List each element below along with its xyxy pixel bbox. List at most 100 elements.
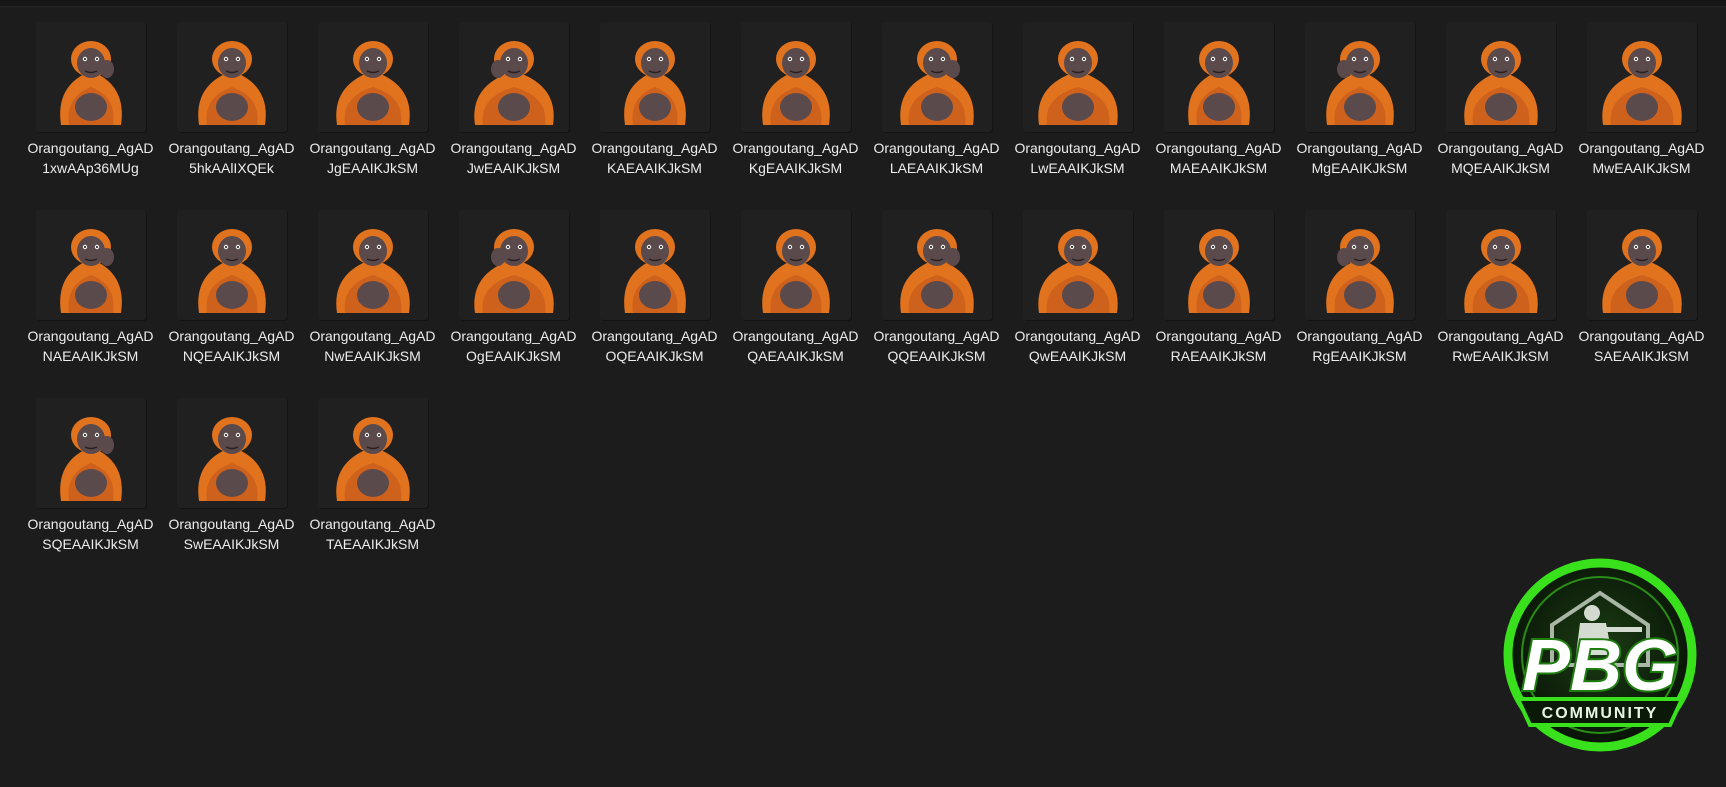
file-name: Orangoutang_AgAD5hkAAlIXQEk (168, 140, 295, 176)
file-item[interactable]: Orangoutang_AgADNAEAAIKJkSM (20, 210, 161, 398)
file-item[interactable]: Orangoutang_AgADNQEAAIKJkSM (161, 210, 302, 398)
file-thumbnail[interactable] (1022, 210, 1133, 320)
file-name: Orangoutang_AgADKgEAAIKJkSM (732, 140, 859, 176)
file-item[interactable]: Orangoutang_AgAD5hkAAlIXQEk (161, 22, 302, 210)
file-thumbnail[interactable] (740, 210, 851, 320)
orangutan-at-desk-icon (197, 41, 266, 125)
file-thumbnail[interactable] (317, 22, 428, 132)
file-thumbnail[interactable] (1163, 210, 1274, 320)
orangutan-waving-icon (335, 41, 410, 125)
file-thumbnail[interactable] (1586, 210, 1697, 320)
file-item[interactable]: Orangoutang_AgADJgEAAIKJkSM (302, 22, 443, 210)
file-item[interactable]: Orangoutang_AgADNwEAAIKJkSM (302, 210, 443, 398)
file-name: Orangoutang_AgADJgEAAIKJkSM (309, 140, 436, 176)
file-thumbnail[interactable] (458, 22, 569, 132)
orangutan-stretching-icon (335, 229, 410, 313)
orangutan-sitting-icon (899, 41, 974, 125)
file-thumbnail[interactable] (1445, 210, 1556, 320)
orangutan-hand-on-head-icon (1601, 41, 1682, 125)
file-thumbnail[interactable] (1022, 22, 1133, 132)
file-thumbnail[interactable] (176, 398, 287, 508)
orangutan-resting-chin-icon (197, 229, 266, 313)
file-name: Orangoutang_AgADSAEAAIKJkSM (1578, 328, 1705, 364)
file-thumbnail[interactable] (881, 22, 992, 132)
file-name: Orangoutang_AgADMAEAAIKJkSM (1155, 140, 1282, 176)
file-thumbnail[interactable] (740, 22, 851, 132)
file-item[interactable]: Orangoutang_AgADOQEAAIKJkSM (584, 210, 725, 398)
orangutan-hugging-icon (1463, 41, 1538, 125)
file-item[interactable]: Orangoutang_AgADSAEAAIKJkSM (1571, 210, 1712, 398)
file-name: Orangoutang_AgADSwEAAIKJkSM (168, 516, 295, 552)
file-name: Orangoutang_AgADTAEAAIKJkSM (309, 516, 436, 552)
file-thumbnail[interactable] (35, 22, 146, 132)
file-item[interactable]: Orangoutang_AgADQwEAAIKJkSM (1007, 210, 1148, 398)
file-thumbnail[interactable] (1304, 210, 1415, 320)
file-item[interactable]: Orangoutang_AgADSQEAAIKJkSM (20, 398, 161, 586)
file-item[interactable]: Orangoutang_AgADMwEAAIKJkSM (1571, 22, 1712, 210)
file-item[interactable]: Orangoutang_AgADKgEAAIKJkSM (725, 22, 866, 210)
file-thumbnail[interactable] (35, 210, 146, 320)
orangutan-looking-side-icon (197, 417, 266, 501)
file-thumbnail[interactable] (35, 398, 146, 508)
file-grid: Orangoutang_AgAD1xwAAp36MUg Orangoutang_A… (20, 22, 1712, 586)
file-item[interactable]: Orangoutang_AgADLAEAAIKJkSM (866, 22, 1007, 210)
file-item[interactable]: Orangoutang_AgADKAEAAIKJkSM (584, 22, 725, 210)
file-item[interactable]: Orangoutang_AgADLwEAAIKJkSM (1007, 22, 1148, 210)
file-item[interactable]: Orangoutang_AgADMAEAAIKJkSM (1148, 22, 1289, 210)
file-name: Orangoutang_AgADJwEAAIKJkSM (450, 140, 577, 176)
logo-sub-text: COMMUNITY (1542, 705, 1659, 722)
file-name: Orangoutang_AgADSQEAAIKJkSM (27, 516, 154, 552)
file-thumbnail[interactable] (458, 210, 569, 320)
orangutan-pondering-icon (623, 229, 686, 313)
file-thumbnail[interactable] (176, 22, 287, 132)
file-name: Orangoutang_AgADOQEAAIKJkSM (591, 328, 718, 364)
file-thumbnail[interactable] (317, 210, 428, 320)
file-item[interactable]: Orangoutang_AgADSwEAAIKJkSM (161, 398, 302, 586)
file-item[interactable]: Orangoutang_AgADRAEAAIKJkSM (1148, 210, 1289, 398)
file-name: Orangoutang_AgADOgEAAIKJkSM (450, 328, 577, 364)
file-item[interactable]: Orangoutang_AgADTAEAAIKJkSM (302, 398, 443, 586)
file-thumbnail[interactable] (1586, 22, 1697, 132)
orangutan-saluting-icon (899, 229, 974, 313)
file-name: Orangoutang_AgADQwEAAIKJkSM (1014, 328, 1141, 364)
orangutan-covering-face-icon (59, 41, 122, 125)
file-item[interactable]: Orangoutang_AgADJwEAAIKJkSM (443, 22, 584, 210)
file-name: Orangoutang_AgADRAEAAIKJkSM (1155, 328, 1282, 364)
orangutan-with-pillow-icon (473, 229, 554, 313)
file-item[interactable]: Orangoutang_AgADQAEAAIKJkSM (725, 210, 866, 398)
logo-main-text: PBG (1522, 626, 1678, 706)
orangutan-bald-icon (1037, 229, 1118, 313)
file-thumbnail[interactable] (599, 22, 710, 132)
pbg-community-logo: PBG COMMUNITY (1503, 558, 1697, 752)
file-item[interactable]: Orangoutang_AgADRwEAAIKJkSM (1430, 210, 1571, 398)
orangutan-sleeping-icon (1187, 229, 1250, 313)
orangutan-facepalm-icon (1187, 41, 1250, 125)
orangutan-smiling-icon (1601, 229, 1682, 313)
orangutan-hanging-icon (1037, 41, 1118, 125)
file-item[interactable]: Orangoutang_AgADMQEAAIKJkSM (1430, 22, 1571, 210)
file-thumbnail[interactable] (1304, 22, 1415, 132)
file-item[interactable]: Orangoutang_AgAD1xwAAp36MUg (20, 22, 161, 210)
file-thumbnail[interactable] (1163, 22, 1274, 132)
file-thumbnail[interactable] (599, 210, 710, 320)
orangutan-with-wine-icon (59, 417, 122, 501)
file-name: Orangoutang_AgADMgEAAIKJkSM (1296, 140, 1423, 176)
file-name: Orangoutang_AgADKAEAAIKJkSM (591, 140, 718, 176)
file-name: Orangoutang_AgAD1xwAAp36MUg (27, 140, 154, 176)
file-thumbnail[interactable] (1445, 22, 1556, 132)
file-name: Orangoutang_AgADLwEAAIKJkSM (1014, 140, 1141, 176)
file-item[interactable]: Orangoutang_AgADQQEAAIKJkSM (866, 210, 1007, 398)
orangutan-arms-crossed-icon (473, 41, 554, 125)
file-thumbnail[interactable] (176, 210, 287, 320)
file-item[interactable]: Orangoutang_AgADMgEAAIKJkSM (1289, 22, 1430, 210)
file-name: Orangoutang_AgADLAEAAIKJkSM (873, 140, 1000, 176)
file-thumbnail[interactable] (317, 398, 428, 508)
orangutan-thinking-icon (623, 41, 686, 125)
file-thumbnail[interactable] (881, 210, 992, 320)
orangutan-with-glass-icon (761, 41, 830, 125)
orangutan-eating-icon (1325, 41, 1394, 125)
file-item[interactable]: Orangoutang_AgADOgEAAIKJkSM (443, 210, 584, 398)
file-name: Orangoutang_AgADQQEAAIKJkSM (873, 328, 1000, 364)
file-item[interactable]: Orangoutang_AgADRgEAAIKJkSM (1289, 210, 1430, 398)
orangutan-lying-icon (59, 229, 122, 313)
